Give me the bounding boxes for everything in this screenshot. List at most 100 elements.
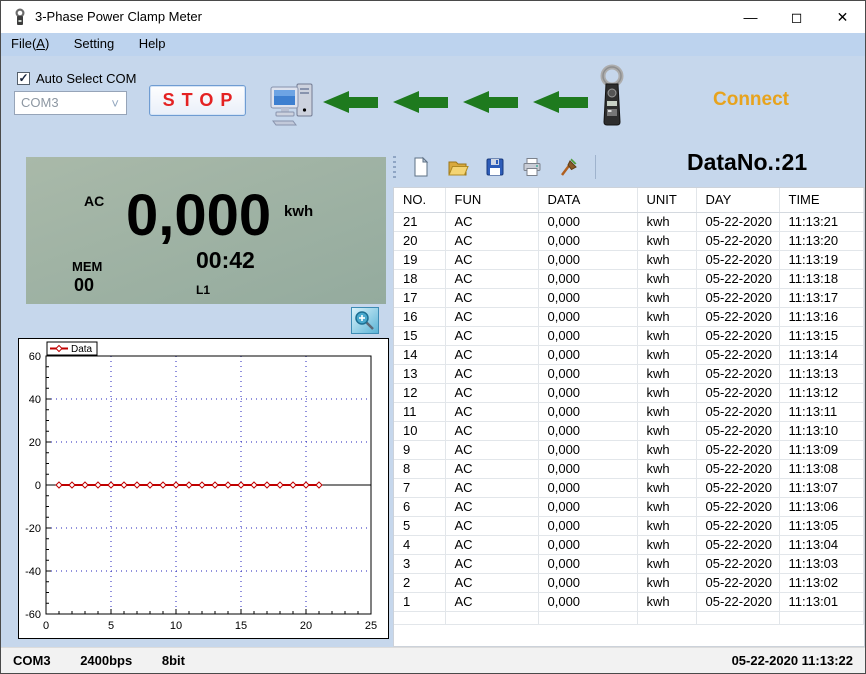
table-cell: 05-22-2020 bbox=[696, 307, 779, 326]
table-row[interactable]: 13AC0,000kwh05-22-202011:13:13 bbox=[394, 364, 864, 383]
table-row[interactable]: 19AC0,000kwh05-22-202011:13:19 bbox=[394, 250, 864, 269]
table-header-cell[interactable]: UNIT bbox=[637, 188, 696, 212]
table-cell: 0,000 bbox=[538, 212, 637, 231]
trend-chart-plot: -60-40-2002040600510152025Data bbox=[19, 339, 388, 638]
minimize-button[interactable]: — bbox=[728, 1, 773, 33]
table-cell: 15 bbox=[394, 326, 445, 345]
table-cell: 05-22-2020 bbox=[696, 573, 779, 592]
svg-text:10: 10 bbox=[170, 620, 182, 632]
table-cell: AC bbox=[445, 326, 538, 345]
table-cell: 11:13:05 bbox=[779, 516, 864, 535]
data-flow-arrows bbox=[323, 91, 588, 114]
table-row[interactable]: 7AC0,000kwh05-22-202011:13:07 bbox=[394, 478, 864, 497]
table-cell: AC bbox=[445, 478, 538, 497]
toolbar-separator bbox=[595, 155, 596, 179]
checkbox-check-icon[interactable]: ✓ bbox=[17, 72, 30, 85]
open-file-button[interactable] bbox=[443, 154, 473, 180]
zoom-chart-button[interactable] bbox=[351, 307, 379, 334]
table-cell: 11:13:10 bbox=[779, 421, 864, 440]
table-cell: 05-22-2020 bbox=[696, 440, 779, 459]
table-cell: 11:13:16 bbox=[779, 307, 864, 326]
table-cell: 0,000 bbox=[538, 421, 637, 440]
menu-help[interactable]: Help bbox=[129, 33, 176, 54]
clear-button[interactable] bbox=[554, 154, 584, 180]
table-cell: AC bbox=[445, 364, 538, 383]
maximize-button[interactable]: ◻ bbox=[774, 1, 819, 33]
print-button[interactable] bbox=[517, 154, 547, 180]
table-row[interactable]: 6AC0,000kwh05-22-202011:13:06 bbox=[394, 497, 864, 516]
table-cell: AC bbox=[445, 269, 538, 288]
table-row[interactable]: 21AC0,000kwh05-22-202011:13:21 bbox=[394, 212, 864, 231]
table-row[interactable]: 2AC0,000kwh05-22-202011:13:02 bbox=[394, 573, 864, 592]
menu-file[interactable]: File(A) bbox=[1, 33, 59, 54]
table-row[interactable]: 16AC0,000kwh05-22-202011:13:16 bbox=[394, 307, 864, 326]
open-folder-icon bbox=[447, 156, 469, 178]
table-row[interactable]: 15AC0,000kwh05-22-202011:13:15 bbox=[394, 326, 864, 345]
table-row[interactable]: 9AC0,000kwh05-22-202011:13:09 bbox=[394, 440, 864, 459]
table-header-cell[interactable]: NO. bbox=[394, 188, 445, 212]
table-cell: kwh bbox=[637, 250, 696, 269]
table-cell: 0,000 bbox=[538, 459, 637, 478]
table-cell: 05-22-2020 bbox=[696, 212, 779, 231]
svg-text:-20: -20 bbox=[25, 523, 41, 535]
clamp-meter-app-icon bbox=[12, 8, 28, 26]
table-cell: 11:13:12 bbox=[779, 383, 864, 402]
save-button[interactable] bbox=[480, 154, 510, 180]
table-cell: 5 bbox=[394, 516, 445, 535]
table-row[interactable]: 1AC0,000kwh05-22-202011:13:01 bbox=[394, 592, 864, 611]
close-button[interactable]: ✕ bbox=[820, 1, 865, 33]
table-row[interactable]: 3AC0,000kwh05-22-202011:13:03 bbox=[394, 554, 864, 573]
title-bar: 3-Phase Power Clamp Meter — ◻ ✕ bbox=[1, 1, 865, 33]
arrow-left-icon bbox=[533, 91, 588, 114]
table-cell: 11:13:19 bbox=[779, 250, 864, 269]
window-title: 3-Phase Power Clamp Meter bbox=[35, 9, 202, 24]
table-cell: 1 bbox=[394, 592, 445, 611]
stop-button[interactable]: STOP bbox=[149, 85, 246, 116]
table-cell: 11:13:06 bbox=[779, 497, 864, 516]
table-cell: AC bbox=[445, 421, 538, 440]
table-header-cell[interactable]: DATA bbox=[538, 188, 637, 212]
auto-select-com-checkbox[interactable]: ✓ Auto Select COM bbox=[17, 71, 136, 86]
table-cell: AC bbox=[445, 231, 538, 250]
table-cell: 0,000 bbox=[538, 231, 637, 250]
table-row[interactable]: 12AC0,000kwh05-22-202011:13:12 bbox=[394, 383, 864, 402]
svg-text:-60: -60 bbox=[25, 609, 41, 621]
table-cell: AC bbox=[445, 288, 538, 307]
measurement-table: NO.FUNDATAUNITDAYTIME 21AC0,000kwh05-22-… bbox=[393, 187, 865, 647]
table-row[interactable]: 17AC0,000kwh05-22-202011:13:17 bbox=[394, 288, 864, 307]
table-row[interactable]: 20AC0,000kwh05-22-202011:13:20 bbox=[394, 231, 864, 250]
new-file-button[interactable] bbox=[406, 154, 436, 180]
table-row[interactable]: 14AC0,000kwh05-22-202011:13:14 bbox=[394, 345, 864, 364]
table-cell: 11:13:07 bbox=[779, 478, 864, 497]
table-cell: AC bbox=[445, 212, 538, 231]
table-row[interactable]: 11AC0,000kwh05-22-202011:13:11 bbox=[394, 402, 864, 421]
com-port-select[interactable]: COM3 ˅ bbox=[14, 91, 127, 115]
table-row[interactable]: 10AC0,000kwh05-22-202011:13:10 bbox=[394, 421, 864, 440]
table-cell: 4 bbox=[394, 535, 445, 554]
lcd-elapsed: 00:42 bbox=[196, 247, 255, 274]
table-header-cell[interactable]: DAY bbox=[696, 188, 779, 212]
table-cell: 21 bbox=[394, 212, 445, 231]
table-row[interactable]: 5AC0,000kwh05-22-202011:13:05 bbox=[394, 516, 864, 535]
table-row[interactable]: 18AC0,000kwh05-22-202011:13:18 bbox=[394, 269, 864, 288]
arrow-left-icon bbox=[393, 91, 448, 114]
table-header-cell[interactable]: FUN bbox=[445, 188, 538, 212]
lcd-mem-value: 00 bbox=[74, 275, 94, 296]
table-cell: AC bbox=[445, 497, 538, 516]
table-cell: 10 bbox=[394, 421, 445, 440]
table-row[interactable]: 4AC0,000kwh05-22-202011:13:04 bbox=[394, 535, 864, 554]
svg-text:0: 0 bbox=[35, 480, 41, 492]
table-cell: 05-22-2020 bbox=[696, 402, 779, 421]
svg-text:5: 5 bbox=[108, 620, 114, 632]
menu-setting[interactable]: Setting bbox=[64, 33, 124, 54]
table-cell: 05-22-2020 bbox=[696, 288, 779, 307]
table-cell: kwh bbox=[637, 269, 696, 288]
table-cell: kwh bbox=[637, 497, 696, 516]
table-header-cell[interactable]: TIME bbox=[779, 188, 864, 212]
table-row[interactable]: 8AC0,000kwh05-22-202011:13:08 bbox=[394, 459, 864, 478]
table-cell: kwh bbox=[637, 383, 696, 402]
table-cell: 3 bbox=[394, 554, 445, 573]
table-cell: 0,000 bbox=[538, 535, 637, 554]
data-toolbar bbox=[393, 153, 596, 181]
connect-status-label: Connect bbox=[713, 89, 789, 111]
